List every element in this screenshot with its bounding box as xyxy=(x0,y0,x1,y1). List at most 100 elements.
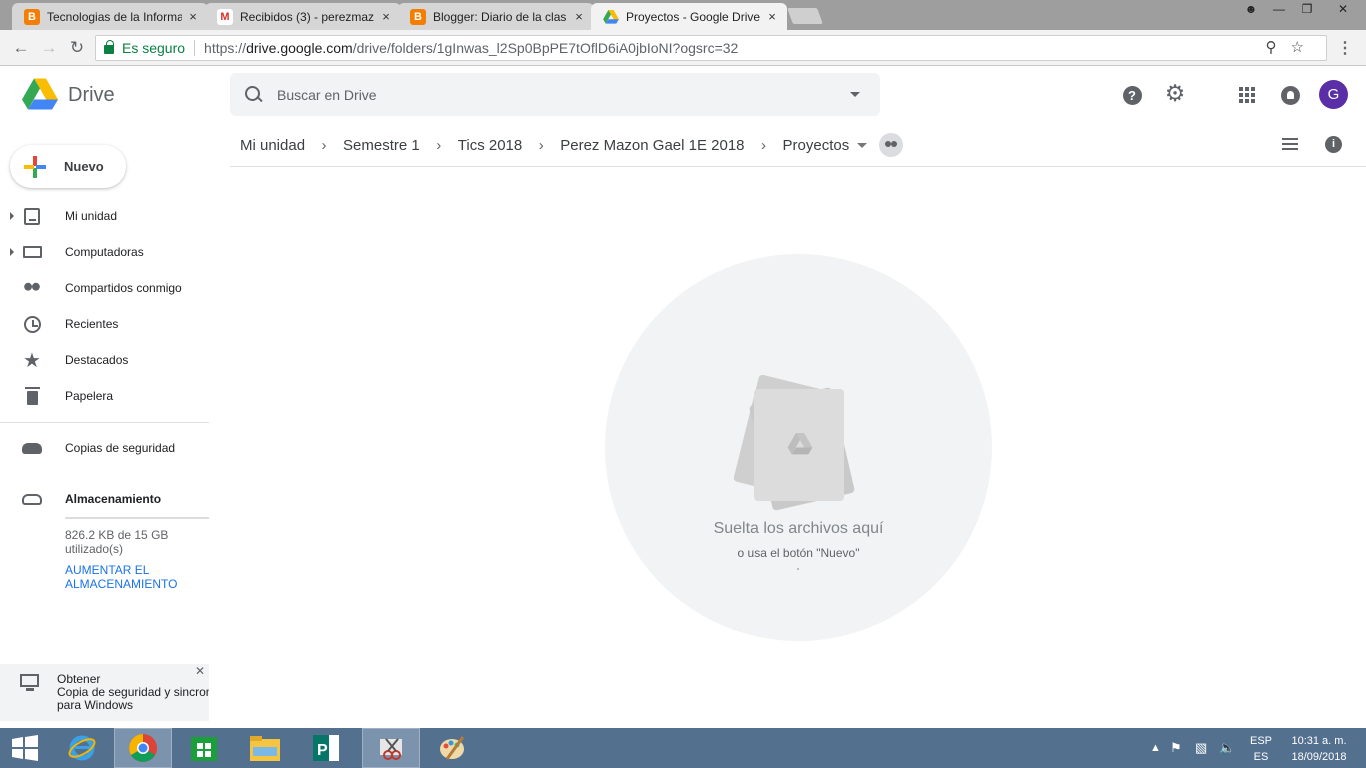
computers-icon xyxy=(22,242,42,262)
close-window-icon[interactable]: ✕ xyxy=(1325,0,1361,18)
account-avatar[interactable]: G xyxy=(1319,80,1348,109)
windows-start-icon[interactable] xyxy=(0,728,50,768)
drive-logo-icon[interactable] xyxy=(22,78,58,111)
sidebar-item-label: Recientes xyxy=(65,317,119,331)
notifications-bell-icon[interactable] xyxy=(1279,84,1301,106)
close-tab-icon[interactable]: × xyxy=(186,9,200,24)
bookmark-star-icon[interactable]: ☆ xyxy=(1291,39,1318,56)
chrome-taskbar-icon[interactable] xyxy=(114,728,172,768)
reload-icon[interactable]: ↻ xyxy=(66,37,88,59)
blogger-icon: B xyxy=(24,8,40,25)
sidebar-item-my-drive[interactable]: Mi unidad xyxy=(0,198,210,234)
sidebar-item-computers[interactable]: Computadoras xyxy=(0,234,210,270)
snipping-tool-icon[interactable] xyxy=(362,728,420,768)
url-path: /drive/folders/1gInwas_l2Sp0BpPE7tOflD6i… xyxy=(352,40,739,56)
back-icon[interactable]: ← xyxy=(10,37,32,59)
close-tab-icon[interactable]: × xyxy=(765,9,779,24)
sidebar-item-label: Destacados xyxy=(65,353,129,367)
shared-folder-icon[interactable] xyxy=(879,133,904,157)
internet-explorer-icon[interactable] xyxy=(53,728,111,768)
zoom-icon[interactable]: ⚲ xyxy=(1266,39,1291,56)
forward-icon[interactable]: → xyxy=(38,37,60,59)
publisher-icon[interactable]: P xyxy=(297,728,355,768)
clock-icon xyxy=(22,314,42,334)
secure-label: Es seguro xyxy=(122,40,186,56)
promo-text: Obtener Copia de seguridad y sincroni pa… xyxy=(57,673,209,712)
backup-sync-promo[interactable]: Obtener Copia de seguridad y sincroni pa… xyxy=(0,664,209,721)
lock-icon xyxy=(104,39,114,54)
search-options-dropdown-icon[interactable] xyxy=(850,92,860,97)
search-bar[interactable]: Buscar en Drive xyxy=(230,73,880,116)
chrome-menu-icon[interactable]: ⋮ xyxy=(1337,38,1353,58)
breadcrumb-current-folder[interactable]: Proyectos xyxy=(773,137,860,154)
sidebar-item-shared-with-me[interactable]: Compartidos conmigo xyxy=(0,270,210,306)
close-tab-icon[interactable]: × xyxy=(572,9,586,24)
new-button[interactable]: Nuevo xyxy=(10,145,126,188)
input-language[interactable]: ESP ES xyxy=(1248,733,1274,765)
search-input[interactable]: Buscar en Drive xyxy=(277,87,850,103)
system-clock[interactable]: 10:31 a. m. 18/09/2018 xyxy=(1284,733,1354,765)
trash-icon xyxy=(22,386,42,406)
storage-usage-text: 826.2 KB de 15 GB utilizado(s) xyxy=(65,528,169,556)
search-icon[interactable] xyxy=(245,85,263,104)
tab-title: Proyectos - Google Drive xyxy=(626,9,761,24)
show-hidden-icons[interactable]: ▲ xyxy=(1150,728,1161,768)
browser-tab[interactable]: B Tecnologias de la Informa × xyxy=(12,3,208,30)
action-center-flag-icon[interactable]: ⚑ xyxy=(1170,728,1182,768)
browser-tab-active[interactable]: Proyectos - Google Drive × xyxy=(591,3,787,30)
sidebar-item-storage[interactable]: Almacenamiento xyxy=(0,481,210,517)
address-bar[interactable]: Es seguro https://drive.google.com/drive… xyxy=(95,35,1327,61)
sidebar-item-starred[interactable]: ★ Destacados xyxy=(0,342,210,378)
storage-usage-bar xyxy=(65,517,209,519)
chevron-right-icon: › xyxy=(761,136,767,154)
volume-muted-icon[interactable]: 🔈 xyxy=(1219,728,1235,768)
store-icon[interactable] xyxy=(175,728,233,768)
file-explorer-icon[interactable] xyxy=(236,728,294,768)
network-icon[interactable]: ▧ xyxy=(1195,728,1207,768)
sidebar-item-recent[interactable]: Recientes xyxy=(0,306,210,342)
apps-grid-icon[interactable] xyxy=(1236,84,1258,106)
clock-time: 10:31 a. m. xyxy=(1291,735,1347,747)
sidebar-item-trash[interactable]: Papelera xyxy=(0,378,210,414)
breadcrumb: Mi unidad › Semestre 1 › Tics 2018 › Per… xyxy=(230,131,904,159)
minimize-icon[interactable]: — xyxy=(1264,0,1294,18)
breadcrumb-item[interactable]: Semestre 1 xyxy=(333,137,430,154)
expand-caret-icon[interactable] xyxy=(10,248,14,256)
folder-menu-dropdown-icon[interactable] xyxy=(857,142,868,148)
drop-zone-dot xyxy=(797,568,799,570)
blogger-icon: B xyxy=(410,8,426,25)
tab-title: Blogger: Diario de la clas xyxy=(433,9,567,24)
sidebar-item-backups[interactable]: Copias de seguridad xyxy=(0,430,210,466)
breadcrumb-item[interactable]: Perez Mazon Gael 1E 2018 xyxy=(550,137,754,154)
promo-line: para Windows xyxy=(57,698,134,712)
url-text[interactable]: https://drive.google.com/drive/folders/1… xyxy=(204,36,738,60)
app-name[interactable]: Drive xyxy=(68,84,115,107)
new-tab-button[interactable] xyxy=(787,8,823,24)
settings-gear-icon[interactable]: ⚙ xyxy=(1164,80,1186,106)
list-view-icon[interactable] xyxy=(1282,138,1298,152)
browser-tab[interactable]: M Recibidos (3) - perezmaz × xyxy=(205,3,401,30)
clock-date: 18/09/2018 xyxy=(1291,751,1347,763)
star-icon: ★ xyxy=(23,349,41,372)
sidebar-divider xyxy=(0,422,209,423)
restore-icon[interactable]: ❐ xyxy=(1292,0,1322,18)
close-icon[interactable]: ✕ xyxy=(195,665,205,678)
tab-title: Tecnologias de la Informa xyxy=(47,9,182,24)
paint-icon[interactable] xyxy=(423,728,481,768)
expand-caret-icon[interactable] xyxy=(10,212,14,220)
url-host: drive.google.com xyxy=(246,40,353,56)
help-icon: ? xyxy=(1122,85,1142,105)
breadcrumb-item[interactable]: Mi unidad xyxy=(230,137,315,154)
language-code: ESP xyxy=(1249,735,1272,747)
breadcrumb-item[interactable]: Tics 2018 xyxy=(448,137,532,154)
profile-icon[interactable]: ☻ xyxy=(1236,0,1266,18)
close-tab-icon[interactable]: × xyxy=(379,9,393,24)
secure-indicator[interactable]: Es seguro xyxy=(104,36,185,60)
new-button-label: Nuevo xyxy=(64,159,104,174)
cloud-icon xyxy=(22,438,42,458)
browser-tab[interactable]: B Blogger: Diario de la clas × xyxy=(398,3,594,30)
help-button[interactable]: ? xyxy=(1121,84,1143,106)
info-icon[interactable]: i xyxy=(1325,136,1342,153)
upgrade-storage-link[interactable]: AUMENTAR EL ALMACENAMIENTO xyxy=(65,563,205,591)
drive-watermark-icon xyxy=(787,433,813,455)
